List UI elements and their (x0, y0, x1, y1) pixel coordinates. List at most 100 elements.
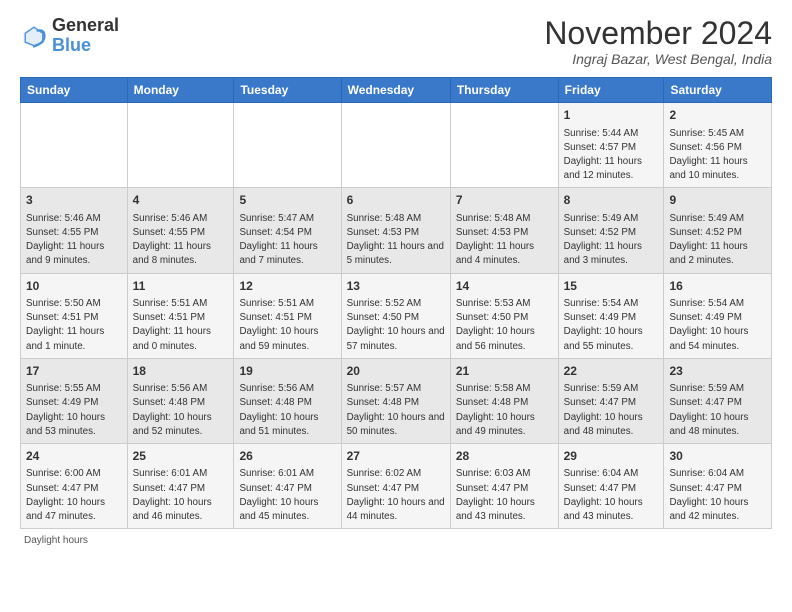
logo-blue: Blue (52, 35, 91, 55)
calendar-day-cell: 17 Sunrise: 5:55 AM Sunset: 4:49 PM Dayli… (21, 358, 128, 443)
title-area: November 2024 Ingraj Bazar, West Bengal,… (544, 16, 772, 67)
logo-text: General Blue (52, 16, 119, 56)
calendar-day-cell: 24Sunrise: 6:00 AM Sunset: 4:47 PM Dayli… (21, 444, 128, 529)
day-info: Sunrise: 5:51 AM Sunset: 4:51 PM Dayligh… (239, 297, 335, 354)
day-number: 10 (26, 278, 122, 295)
calendar-day-cell: 8 Sunrise: 5:49 AM Sunset: 4:52 PM Daylig… (558, 188, 664, 273)
header: General Blue November 2024 Ingraj Bazar,… (20, 16, 772, 67)
calendar-day-cell: 19Sunrise: 5:56 AM Sunset: 4:48 PM Dayli… (234, 358, 341, 443)
day-number: 15 (564, 278, 659, 295)
calendar-day-cell: 10Sunrise: 5:50 AM Sunset: 4:51 PM Dayli… (21, 273, 128, 358)
month-title: November 2024 (544, 16, 772, 51)
calendar-day-cell: 5 Sunrise: 5:47 AM Sunset: 4:54 PM Daylig… (234, 188, 341, 273)
daylight-note: Daylight hours (24, 535, 88, 546)
weekday-header-tuesday: Tuesday (234, 78, 341, 103)
day-info: Sunrise: 5:48 AM Sunset: 4:53 PM Dayligh… (347, 212, 445, 269)
calendar-week-row: 3 Sunrise: 5:46 AM Sunset: 4:55 PM Daylig… (21, 188, 772, 273)
day-number: 24 (26, 448, 122, 465)
weekday-header-row: SundayMondayTuesdayWednesdayThursdayFrid… (21, 78, 772, 103)
day-info: Sunrise: 6:01 AM Sunset: 4:47 PM Dayligh… (133, 467, 229, 524)
day-number: 2 (669, 107, 766, 124)
day-info: Sunrise: 5:53 AM Sunset: 4:50 PM Dayligh… (456, 297, 553, 354)
day-number: 18 (133, 363, 229, 380)
day-info: Sunrise: 5:54 AM Sunset: 4:49 PM Dayligh… (669, 297, 766, 354)
day-info: Sunrise: 5:44 AM Sunset: 4:57 PM Dayligh… (564, 127, 659, 184)
calendar-day-cell (127, 103, 234, 188)
day-info: Sunrise: 6:04 AM Sunset: 4:47 PM Dayligh… (564, 467, 659, 524)
day-info: Sunrise: 6:03 AM Sunset: 4:47 PM Dayligh… (456, 467, 553, 524)
day-info: Sunrise: 5:49 AM Sunset: 4:52 PM Dayligh… (564, 212, 659, 269)
calendar-day-cell: 14 Sunrise: 5:53 AM Sunset: 4:50 PM Dayli… (450, 273, 558, 358)
calendar-day-cell: 7 Sunrise: 5:48 AM Sunset: 4:53 PM Daylig… (450, 188, 558, 273)
calendar-day-cell: 3 Sunrise: 5:46 AM Sunset: 4:55 PM Daylig… (21, 188, 128, 273)
calendar-day-cell: 25 Sunrise: 6:01 AM Sunset: 4:47 PM Dayli… (127, 444, 234, 529)
day-number: 14 (456, 278, 553, 295)
day-info: Sunrise: 5:55 AM Sunset: 4:49 PM Dayligh… (26, 382, 122, 439)
weekday-header-monday: Monday (127, 78, 234, 103)
weekday-header-friday: Friday (558, 78, 664, 103)
day-number: 4 (133, 192, 229, 209)
day-number: 9 (669, 192, 766, 209)
day-info: Sunrise: 5:49 AM Sunset: 4:52 PM Dayligh… (669, 212, 766, 269)
day-number: 27 (347, 448, 445, 465)
day-number: 16 (669, 278, 766, 295)
day-number: 5 (239, 192, 335, 209)
day-info: Sunrise: 5:47 AM Sunset: 4:54 PM Dayligh… (239, 212, 335, 269)
calendar-day-cell: 26Sunrise: 6:01 AM Sunset: 4:47 PM Dayli… (234, 444, 341, 529)
day-number: 3 (26, 192, 122, 209)
calendar-day-cell: 20 Sunrise: 5:57 AM Sunset: 4:48 PM Dayli… (341, 358, 450, 443)
day-number: 17 (26, 363, 122, 380)
day-number: 20 (347, 363, 445, 380)
day-info: Sunrise: 5:46 AM Sunset: 4:55 PM Dayligh… (26, 212, 122, 269)
day-number: 25 (133, 448, 229, 465)
calendar-day-cell: 4 Sunrise: 5:46 AM Sunset: 4:55 PM Daylig… (127, 188, 234, 273)
calendar-day-cell: 15 Sunrise: 5:54 AM Sunset: 4:49 PM Dayli… (558, 273, 664, 358)
day-info: Sunrise: 5:45 AM Sunset: 4:56 PM Dayligh… (669, 127, 766, 184)
day-info: Sunrise: 5:57 AM Sunset: 4:48 PM Dayligh… (347, 382, 445, 439)
day-number: 6 (347, 192, 445, 209)
day-number: 8 (564, 192, 659, 209)
calendar-day-cell: 18 Sunrise: 5:56 AM Sunset: 4:48 PM Dayli… (127, 358, 234, 443)
day-number: 29 (564, 448, 659, 465)
location-subtitle: Ingraj Bazar, West Bengal, India (544, 51, 772, 67)
day-info: Sunrise: 5:48 AM Sunset: 4:53 PM Dayligh… (456, 212, 553, 269)
calendar-day-cell: 22Sunrise: 5:59 AM Sunset: 4:47 PM Dayli… (558, 358, 664, 443)
calendar-day-cell (21, 103, 128, 188)
calendar-day-cell: 30Sunrise: 6:04 AM Sunset: 4:47 PM Dayli… (664, 444, 772, 529)
weekday-header-saturday: Saturday (664, 78, 772, 103)
day-info: Sunrise: 5:58 AM Sunset: 4:48 PM Dayligh… (456, 382, 553, 439)
day-info: Sunrise: 5:54 AM Sunset: 4:49 PM Dayligh… (564, 297, 659, 354)
calendar-day-cell: 27 Sunrise: 6:02 AM Sunset: 4:47 PM Dayli… (341, 444, 450, 529)
calendar-day-cell: 16 Sunrise: 5:54 AM Sunset: 4:49 PM Dayli… (664, 273, 772, 358)
day-number: 11 (133, 278, 229, 295)
day-number: 12 (239, 278, 335, 295)
calendar-day-cell: 9 Sunrise: 5:49 AM Sunset: 4:52 PM Daylig… (664, 188, 772, 273)
calendar-day-cell (234, 103, 341, 188)
day-info: Sunrise: 5:46 AM Sunset: 4:55 PM Dayligh… (133, 212, 229, 269)
footer-note: Daylight hours (20, 535, 772, 546)
weekday-header-sunday: Sunday (21, 78, 128, 103)
day-number: 28 (456, 448, 553, 465)
calendar-week-row: 24Sunrise: 6:00 AM Sunset: 4:47 PM Dayli… (21, 444, 772, 529)
calendar-day-cell: 11 Sunrise: 5:51 AM Sunset: 4:51 PM Dayli… (127, 273, 234, 358)
day-info: Sunrise: 5:59 AM Sunset: 4:47 PM Dayligh… (669, 382, 766, 439)
day-info: Sunrise: 6:04 AM Sunset: 4:47 PM Dayligh… (669, 467, 766, 524)
calendar-week-row: 10Sunrise: 5:50 AM Sunset: 4:51 PM Dayli… (21, 273, 772, 358)
day-info: Sunrise: 6:01 AM Sunset: 4:47 PM Dayligh… (239, 467, 335, 524)
day-number: 19 (239, 363, 335, 380)
day-number: 1 (564, 107, 659, 124)
weekday-header-wednesday: Wednesday (341, 78, 450, 103)
calendar-table: SundayMondayTuesdayWednesdayThursdayFrid… (20, 77, 772, 529)
logo-area: General Blue (20, 16, 119, 56)
generalblue-logo-icon (20, 22, 48, 50)
day-info: Sunrise: 5:59 AM Sunset: 4:47 PM Dayligh… (564, 382, 659, 439)
weekday-header-thursday: Thursday (450, 78, 558, 103)
page-container: General Blue November 2024 Ingraj Bazar,… (0, 0, 792, 558)
day-info: Sunrise: 5:56 AM Sunset: 4:48 PM Dayligh… (133, 382, 229, 439)
day-number: 7 (456, 192, 553, 209)
calendar-day-cell: 6 Sunrise: 5:48 AM Sunset: 4:53 PM Daylig… (341, 188, 450, 273)
day-number: 23 (669, 363, 766, 380)
day-info: Sunrise: 5:52 AM Sunset: 4:50 PM Dayligh… (347, 297, 445, 354)
day-info: Sunrise: 5:51 AM Sunset: 4:51 PM Dayligh… (133, 297, 229, 354)
day-info: Sunrise: 6:02 AM Sunset: 4:47 PM Dayligh… (347, 467, 445, 524)
